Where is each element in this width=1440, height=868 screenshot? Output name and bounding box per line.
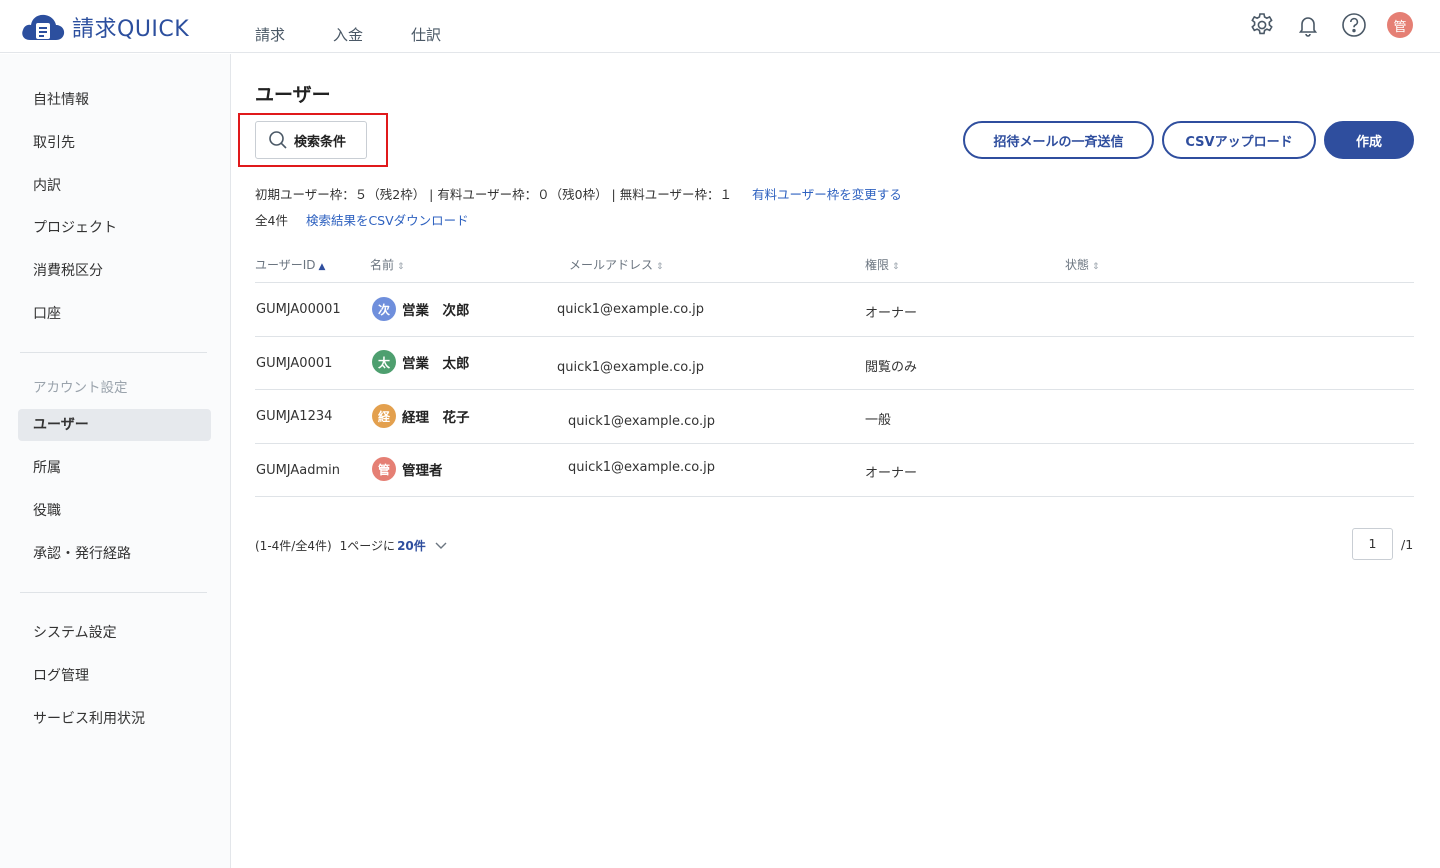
cell-user-id[interactable]: GUMJAadmin (256, 463, 340, 478)
header-icons: 管 (1230, 11, 1414, 39)
result-count-line: 全4件 検索結果をCSVダウンロード (255, 210, 469, 229)
column-header-label: メールアドレス (569, 258, 654, 272)
nav-payment[interactable]: 入金 (333, 24, 363, 45)
sidebar-item-position[interactable]: 役職 (18, 495, 211, 527)
column-header-name[interactable]: 名前 ⇕ (370, 256, 405, 273)
sidebar-item-clients[interactable]: 取引先 (18, 127, 211, 159)
column-header-label: 権限 (865, 258, 890, 272)
app-logo[interactable]: 請求QUICK (20, 10, 189, 44)
row-divider (255, 389, 1414, 390)
user-avatar: 次 (372, 297, 396, 321)
user-avatar[interactable]: 管 (1386, 11, 1414, 39)
sort-asc-icon: ▲ (318, 262, 326, 272)
cell-email: quick1@example.co.jp (568, 414, 716, 429)
column-header-user-id[interactable]: ユーザーID ▲ (255, 256, 325, 273)
user-name: 営業 次郎 (402, 303, 470, 319)
sort-icon: ⇕ (397, 262, 405, 272)
sidebar-item-system-settings[interactable]: システム設定 (18, 617, 211, 649)
column-header-role[interactable]: 権限 ⇕ (865, 256, 900, 273)
cell-email: quick1@example.co.jp (557, 360, 705, 375)
cell-email: quick1@example.co.jp (568, 460, 716, 475)
cell-name[interactable]: 太 営業 太郎 (372, 350, 470, 374)
result-count: 全4件 (255, 213, 288, 228)
user-avatar: 太 (372, 350, 396, 374)
row-divider (255, 496, 1414, 497)
chevron-down-icon[interactable] (434, 541, 448, 551)
table-header-divider (255, 282, 1414, 283)
csv-download-link[interactable]: 検索結果をCSVダウンロード (306, 213, 469, 228)
cell-role: オーナー (865, 306, 918, 321)
cell-user-id[interactable]: GUMJA00001 (256, 302, 341, 317)
gear-icon[interactable] (1248, 11, 1276, 39)
cell-user-id[interactable]: GUMJA1234 (256, 409, 332, 424)
nav-invoice[interactable]: 請求 (255, 24, 285, 45)
sort-icon: ⇕ (892, 262, 900, 272)
avatar-initial: 管 (1387, 12, 1413, 38)
page-number-input[interactable]: 1 (1352, 528, 1393, 560)
user-name: 管理者 (402, 463, 443, 479)
logo-text: 請求QUICK (72, 17, 190, 42)
sidebar: 自社情報 取引先 内訳 プロジェクト 消費税区分 口座 アカウント設定 ユーザー… (0, 54, 231, 868)
sidebar-divider (20, 592, 207, 593)
cell-name[interactable]: 経 経理 花子 (372, 404, 470, 428)
cell-role: 一般 (865, 413, 892, 428)
column-header-label: 状態 (1065, 258, 1090, 272)
sidebar-item-project[interactable]: プロジェクト (18, 212, 211, 244)
search-icon (269, 131, 287, 149)
sort-icon: ⇕ (656, 262, 664, 272)
sidebar-section-account-settings: アカウント設定 (33, 380, 128, 396)
sidebar-item-log-management[interactable]: ログ管理 (18, 660, 211, 692)
column-header-label: ユーザーID (255, 258, 316, 272)
column-header-status[interactable]: 状態 ⇕ (1065, 256, 1100, 273)
search-conditions-label: 検索条件 (294, 134, 347, 150)
send-invitation-email-button[interactable]: 招待メールの一斉送信 (963, 121, 1154, 159)
user-avatar: 経 (372, 404, 396, 428)
change-paid-quota-link[interactable]: 有料ユーザー枠を変更する (752, 187, 902, 202)
sidebar-item-tax-category[interactable]: 消費税区分 (18, 255, 211, 287)
per-page-select[interactable]: 20件 (397, 537, 426, 554)
sidebar-item-company-info[interactable]: 自社情報 (18, 84, 211, 116)
top-navigation: 請求 入金 仕訳 (255, 24, 489, 45)
cell-user-id[interactable]: GUMJA0001 (256, 356, 332, 371)
row-divider (255, 443, 1414, 444)
cell-name[interactable]: 管 管理者 (372, 457, 443, 481)
csv-upload-button[interactable]: CSVアップロード (1162, 121, 1316, 159)
column-header-label: 名前 (370, 258, 395, 272)
sort-icon: ⇕ (1092, 262, 1100, 272)
cell-role: 閲覧のみ (865, 360, 918, 375)
quota-text: 初期ユーザー枠：５（残2枠） | 有料ユーザー枠：０（残0枠） | 無料ユーザー… (255, 187, 732, 202)
cloud-document-logo-icon (22, 14, 65, 40)
cell-email: quick1@example.co.jp (557, 302, 705, 317)
column-header-email[interactable]: メールアドレス ⇕ (569, 256, 664, 273)
pagination-info: (1-4件/全4件) 1ページに 20件 (255, 537, 448, 554)
create-button[interactable]: 作成 (1324, 121, 1414, 159)
sidebar-divider (20, 352, 207, 353)
nav-journal[interactable]: 仕訳 (411, 24, 441, 45)
cell-role: オーナー (865, 466, 918, 481)
page-total: /1 (1401, 537, 1414, 552)
user-avatar: 管 (372, 457, 396, 481)
sidebar-item-breakdown[interactable]: 内訳 (18, 170, 211, 202)
cell-name[interactable]: 次 営業 次郎 (372, 297, 470, 321)
sidebar-item-approval-route[interactable]: 承認・発行経路 (18, 538, 211, 570)
page-title: ユーザー (255, 84, 331, 106)
sidebar-item-service-usage[interactable]: サービス利用状況 (18, 703, 211, 735)
user-quota-info: 初期ユーザー枠：５（残2枠） | 有料ユーザー枠：０（残0枠） | 無料ユーザー… (255, 184, 902, 203)
top-header: 請求QUICK 請求 入金 仕訳 管 (0, 0, 1440, 53)
sidebar-item-users[interactable]: ユーザー (18, 409, 211, 441)
user-name: 経理 花子 (402, 410, 470, 426)
sidebar-item-bank-account[interactable]: 口座 (18, 298, 211, 330)
sidebar-item-department[interactable]: 所属 (18, 452, 211, 484)
search-conditions-button[interactable]: 検索条件 (255, 121, 367, 159)
bell-icon[interactable] (1294, 11, 1322, 39)
pagination-range: (1-4件/全4件) (255, 539, 332, 553)
per-page-prefix: 1ページに (339, 539, 396, 553)
row-divider (255, 336, 1414, 337)
user-name: 営業 太郎 (402, 356, 470, 372)
help-icon[interactable] (1340, 11, 1368, 39)
